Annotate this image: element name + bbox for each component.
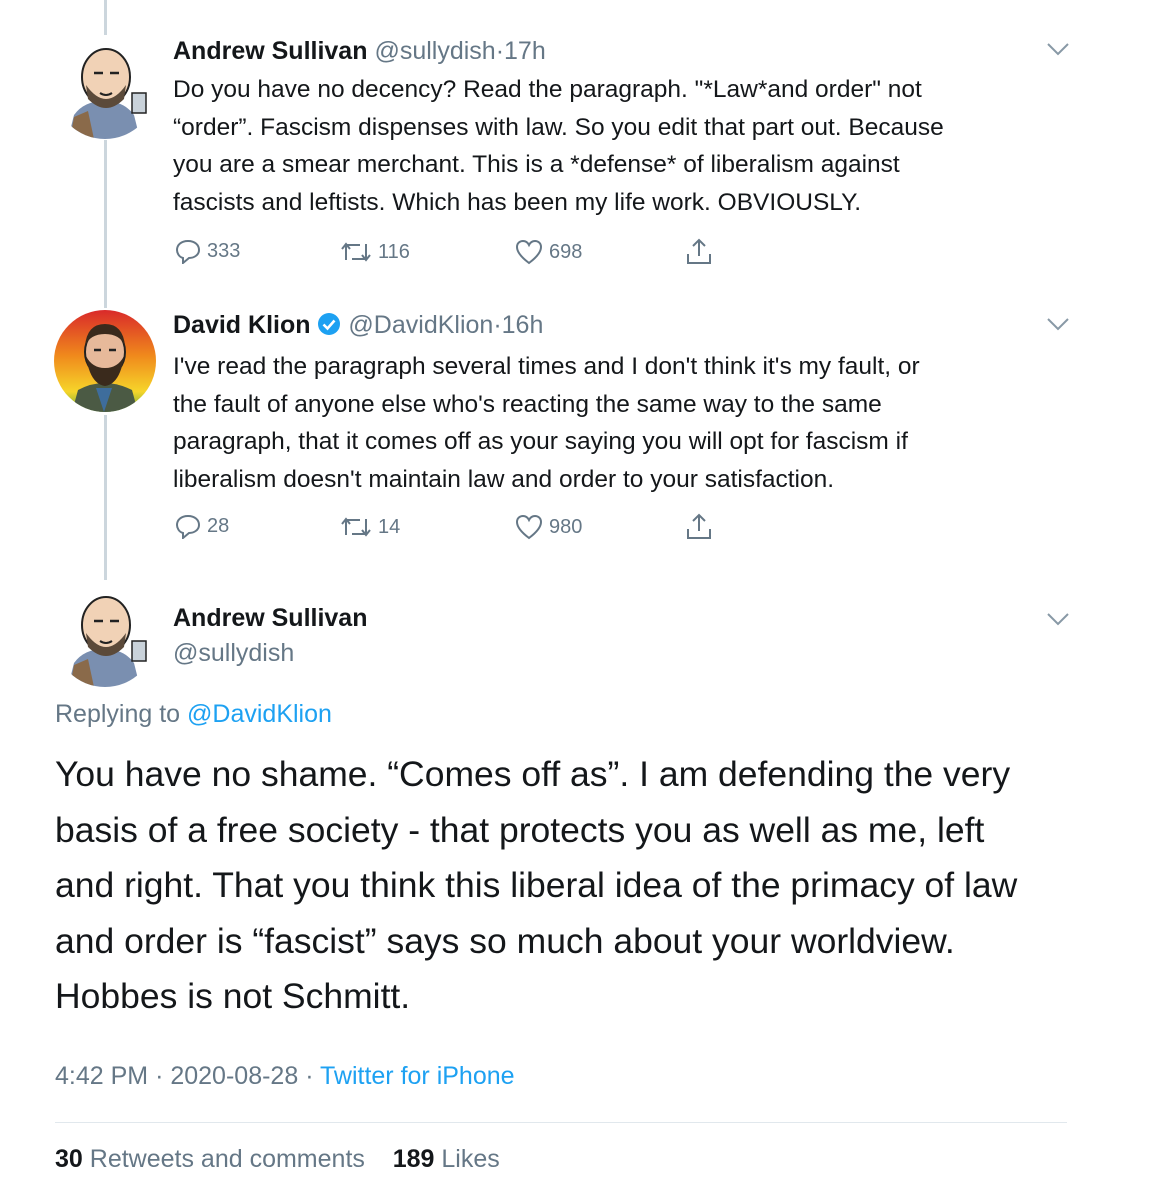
- author-handle[interactable]: @sullydish: [173, 639, 294, 667]
- chevron-down-icon[interactable]: [1046, 611, 1070, 632]
- author-handle[interactable]: @DavidKlion: [348, 311, 493, 339]
- share-icon: [687, 238, 711, 264]
- retweet-icon: [341, 242, 371, 262]
- reply-icon: [175, 239, 201, 264]
- tweet-time[interactable]: 16h: [502, 311, 544, 339]
- reply-button[interactable]: 28: [175, 513, 229, 539]
- verified-badge-icon: [317, 312, 341, 344]
- avatar[interactable]: [54, 310, 156, 412]
- share-icon: [687, 513, 711, 539]
- replying-to-mention[interactable]: @DavidKlion: [187, 700, 332, 728]
- tweet-meta: 4:42 PM · 2020-08-28 · Twitter for iPhon…: [55, 1062, 515, 1090]
- reply-count: 28: [207, 514, 230, 537]
- tweet-timestamp[interactable]: 4:42 PM: [55, 1062, 148, 1090]
- author-name[interactable]: Andrew Sullivan: [173, 604, 367, 632]
- tweet-header: Andrew Sullivan @sullydish·17h: [173, 35, 1073, 67]
- reply-count: 333: [207, 239, 241, 262]
- tweet-header: David Klion @DavidKlion·16h: [173, 309, 1073, 344]
- like-count: 980: [549, 515, 583, 538]
- like-count: 698: [549, 240, 583, 263]
- replying-to: Replying to @DavidKlion: [55, 700, 332, 729]
- thread-line-1: [104, 140, 107, 308]
- tweet-date[interactable]: 2020-08-28: [170, 1062, 298, 1090]
- chevron-down-icon[interactable]: [1046, 41, 1070, 62]
- thread-line-2: [104, 415, 107, 580]
- heart-icon: [515, 239, 543, 265]
- share-button[interactable]: [685, 513, 713, 541]
- engagement-stats: 30 Retweets and comments 189 Likes: [55, 1145, 500, 1174]
- retweet-icon: [341, 517, 371, 537]
- tweet-time[interactable]: 17h: [504, 37, 546, 65]
- likes-stat[interactable]: 189 Likes: [393, 1145, 500, 1173]
- author-name[interactable]: David Klion: [173, 311, 311, 339]
- retweet-count: 116: [378, 240, 410, 263]
- retweet-count: 14: [378, 515, 401, 538]
- author-name[interactable]: Andrew Sullivan: [173, 37, 367, 65]
- reply-icon: [175, 514, 201, 539]
- separator-dot: ·: [495, 37, 505, 65]
- author-handle[interactable]: @sullydish: [374, 37, 495, 65]
- retweets-stat[interactable]: 30 Retweets and comments: [55, 1145, 365, 1173]
- tweet-text: I've read the paragraph several times an…: [173, 353, 920, 493]
- thread-line-top: [104, 0, 107, 35]
- separator-dot: ·: [493, 311, 502, 339]
- heart-icon: [515, 514, 543, 540]
- retweet-button[interactable]: 116: [340, 240, 410, 264]
- like-button[interactable]: 980: [515, 514, 582, 540]
- like-button[interactable]: 698: [515, 239, 582, 265]
- retweet-button[interactable]: 14: [340, 515, 400, 539]
- chevron-down-icon[interactable]: [1046, 316, 1070, 337]
- tweet[interactable]: David Klion @DavidKlion·16h I've read th…: [173, 309, 1073, 498]
- avatar[interactable]: [54, 37, 156, 139]
- main-tweet-header: Andrew Sullivan @sullydish: [173, 602, 1073, 669]
- tweet-text: Do you have no decency? Read the paragra…: [173, 76, 944, 216]
- divider: [55, 1122, 1067, 1123]
- tweet-source-link[interactable]: Twitter for iPhone: [320, 1062, 515, 1090]
- tweet[interactable]: Andrew Sullivan @sullydish·17h Do you ha…: [173, 35, 1073, 221]
- share-button[interactable]: [685, 238, 713, 266]
- avatar[interactable]: [54, 585, 156, 687]
- reply-button[interactable]: 333: [175, 238, 240, 264]
- replying-to-label: Replying to: [55, 700, 181, 728]
- main-tweet-text: You have no shame. “Comes off as”. I am …: [55, 754, 1018, 1016]
